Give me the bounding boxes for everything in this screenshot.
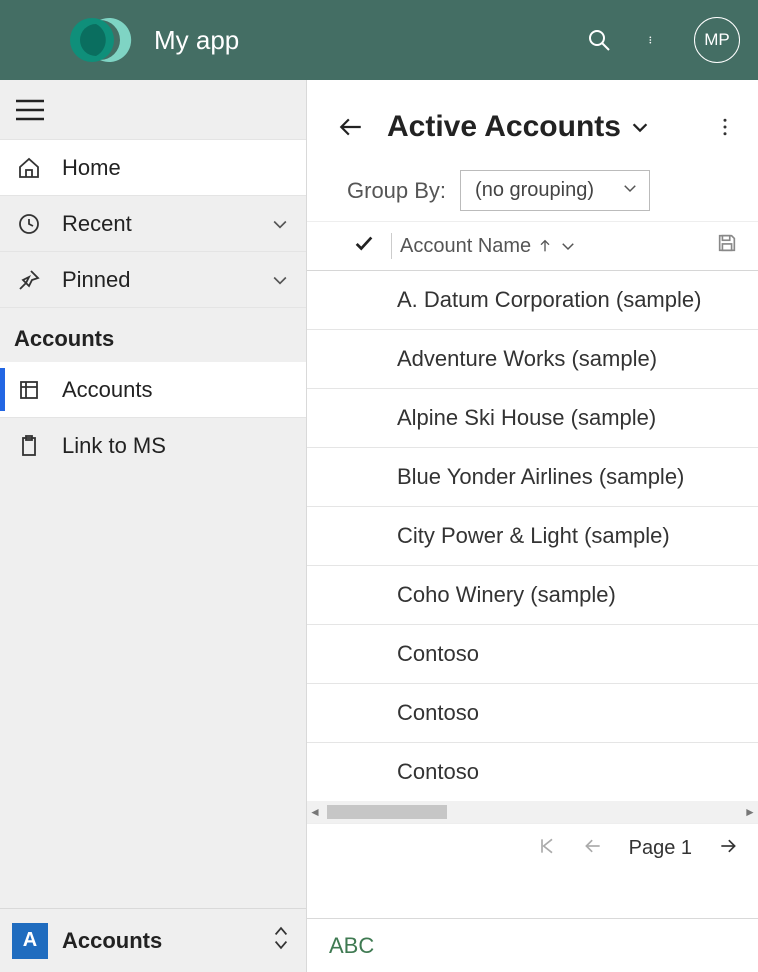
status-text: ABC	[329, 933, 374, 959]
chevron-down-icon	[559, 237, 577, 255]
grid-column-header: Account Name	[307, 222, 758, 271]
view-overflow-menu[interactable]	[710, 112, 740, 142]
view-selector[interactable]: Active Accounts	[387, 110, 651, 144]
save-icon[interactable]	[716, 232, 738, 260]
sidebar-item-accounts[interactable]: Accounts	[0, 362, 306, 418]
column-account-name[interactable]: Account Name	[400, 235, 577, 258]
horizontal-scrollbar[interactable]: ◄ ►	[307, 801, 758, 823]
group-by-select[interactable]: (no grouping)	[460, 170, 650, 211]
home-icon	[14, 153, 44, 183]
view-title-text: Active Accounts	[387, 110, 621, 144]
overflow-menu-icon[interactable]	[640, 27, 666, 53]
sidebar: Home Recent Pinned Accounts A	[0, 80, 307, 972]
table-row[interactable]: Adventure Works (sample)	[307, 330, 758, 389]
select-all-checkbox[interactable]	[353, 232, 381, 260]
area-label: Accounts	[62, 928, 272, 954]
first-page-button[interactable]	[537, 836, 557, 862]
scrollbar-thumb[interactable]	[327, 805, 447, 819]
group-by-label: Group By:	[347, 178, 446, 204]
sidebar-item-pinned[interactable]: Pinned	[0, 252, 306, 308]
sidebar-item-recent[interactable]: Recent	[0, 196, 306, 252]
sidebar-group-header: Accounts	[0, 308, 306, 362]
app-header: My app MP	[0, 0, 758, 80]
chevron-down-icon	[621, 179, 639, 203]
scroll-left-icon[interactable]: ◄	[307, 805, 323, 819]
chevron-down-icon	[629, 116, 651, 138]
table-row[interactable]: Contoso	[307, 625, 758, 684]
grid: Account Name A. Datum Corporation (sampl…	[307, 221, 758, 918]
chevron-down-icon	[268, 268, 292, 292]
sidebar-item-label: Recent	[62, 211, 132, 237]
group-by-value: (no grouping)	[475, 179, 594, 202]
sidebar-item-label: Link to MS	[62, 433, 166, 459]
clock-icon	[14, 209, 44, 239]
status-bar: ABC	[307, 918, 758, 972]
table-row[interactable]: Blue Yonder Airlines (sample)	[307, 448, 758, 507]
table-row[interactable]: Coho Winery (sample)	[307, 566, 758, 625]
hamburger-button[interactable]	[0, 80, 306, 140]
main-content: Active Accounts Group By: (no grouping)	[307, 80, 758, 972]
app-title: My app	[154, 25, 586, 56]
area-switcher[interactable]: A Accounts	[0, 908, 306, 972]
clipboard-icon	[14, 431, 44, 461]
column-label: Account Name	[400, 235, 531, 258]
sidebar-item-label: Pinned	[62, 267, 131, 293]
next-page-button[interactable]	[718, 836, 738, 862]
grid-rows[interactable]: A. Datum Corporation (sample) Adventure …	[307, 271, 758, 801]
main-header: Active Accounts	[307, 80, 758, 160]
chevron-down-icon	[268, 212, 292, 236]
table-row[interactable]: Contoso	[307, 743, 758, 801]
pin-icon	[14, 265, 44, 295]
sidebar-item-label: Accounts	[62, 377, 153, 403]
app-logo-icon	[70, 12, 126, 68]
page-label: Page 1	[629, 837, 692, 860]
updown-icon	[272, 925, 294, 956]
table-row[interactable]: City Power & Light (sample)	[307, 507, 758, 566]
sort-asc-icon	[537, 238, 553, 254]
scroll-right-icon[interactable]: ►	[742, 805, 758, 819]
prev-page-button[interactable]	[583, 836, 603, 862]
table-row[interactable]: Alpine Ski House (sample)	[307, 389, 758, 448]
table-row[interactable]: A. Datum Corporation (sample)	[307, 271, 758, 330]
sidebar-item-label: Home	[62, 155, 121, 181]
search-icon[interactable]	[586, 27, 612, 53]
pager: Page 1	[307, 823, 758, 873]
sidebar-item-link-to-ms[interactable]: Link to MS	[0, 418, 306, 474]
sidebar-item-home[interactable]: Home	[0, 140, 306, 196]
accounts-icon	[14, 375, 44, 405]
user-avatar[interactable]: MP	[694, 17, 740, 63]
table-row[interactable]: Contoso	[307, 684, 758, 743]
back-button[interactable]	[333, 109, 369, 145]
group-by-row: Group By: (no grouping)	[307, 160, 758, 221]
area-badge: A	[12, 923, 48, 959]
